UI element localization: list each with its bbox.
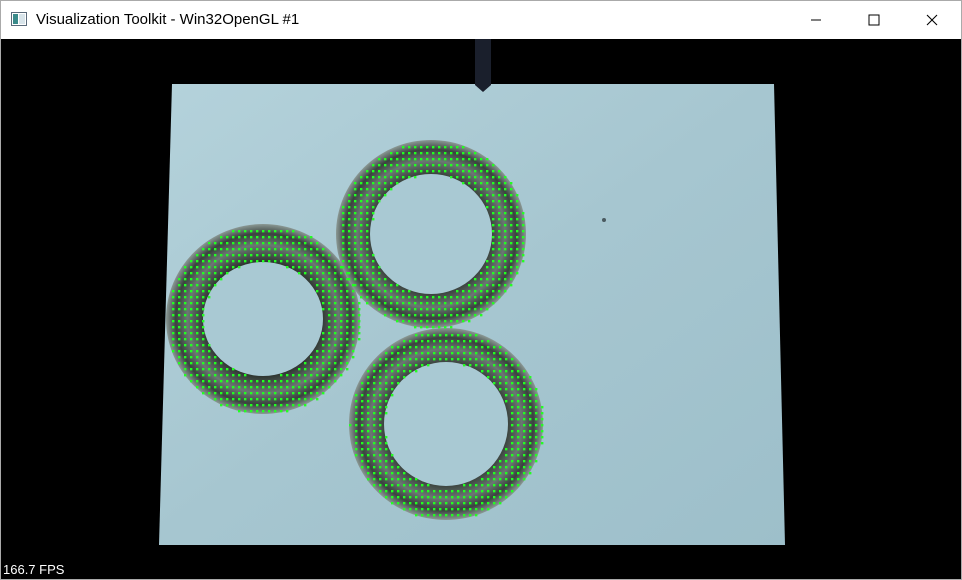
close-button[interactable]	[903, 1, 961, 39]
title-bar[interactable]: Visualization Toolkit - Win32OpenGL #1	[1, 1, 961, 39]
render-viewport[interactable]: 166.7 FPS	[1, 39, 961, 579]
fps-counter: 166.7 FPS	[3, 562, 65, 577]
ring-2-hole	[370, 174, 492, 294]
vtk-window: Visualization Toolkit - Win32OpenGL #1 1…	[0, 0, 962, 580]
board-speck	[602, 218, 606, 222]
close-icon	[926, 14, 938, 26]
minimize-button[interactable]	[787, 1, 845, 39]
ring-3-hole	[384, 362, 508, 486]
rendered-scene	[159, 39, 785, 545]
minimize-icon	[811, 19, 821, 21]
maximize-button[interactable]	[845, 1, 903, 39]
window-title: Visualization Toolkit - Win32OpenGL #1	[36, 11, 300, 28]
board-marker	[475, 39, 491, 92]
maximize-icon	[868, 14, 880, 26]
vtk-app-icon	[11, 12, 27, 26]
